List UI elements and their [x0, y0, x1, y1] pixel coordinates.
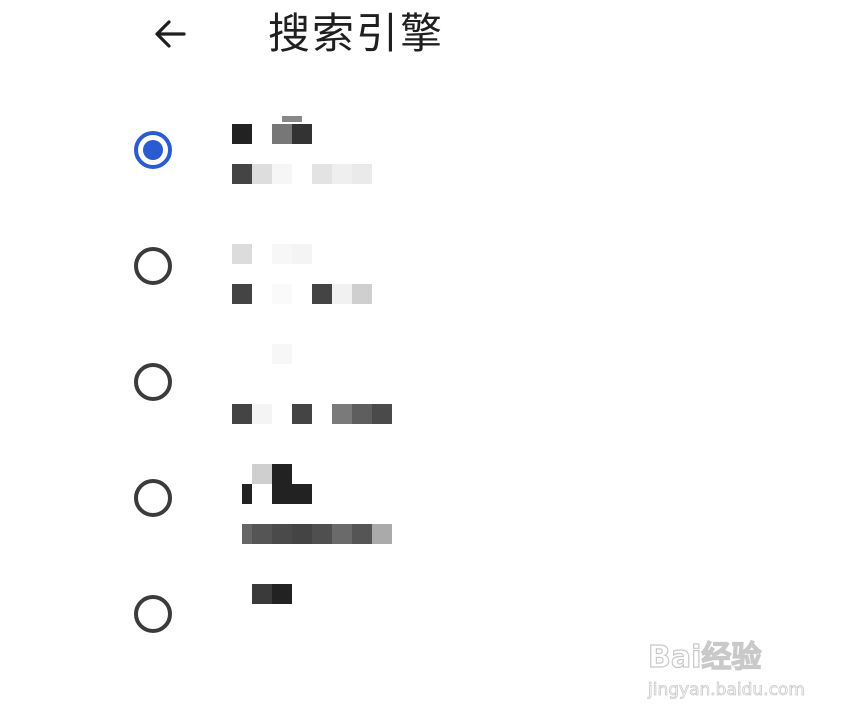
option-label-pixelated [232, 344, 432, 424]
option-label-pixelated [232, 116, 432, 202]
option-label-pixelated [232, 584, 432, 664]
radio-button[interactable] [134, 247, 172, 285]
radio-button[interactable] [134, 363, 172, 401]
radio-button[interactable] [134, 595, 172, 633]
watermark-logo: Bai经验 [647, 639, 762, 675]
option-label-pixelated [232, 244, 432, 324]
watermark-url: jingyan.baidu.com [648, 680, 806, 701]
radio-button[interactable] [134, 479, 172, 517]
search-engine-option-3[interactable] [120, 342, 540, 442]
search-engine-option-4[interactable] [120, 458, 540, 558]
search-engine-list [0, 0, 846, 726]
radio-button-selected[interactable] [134, 131, 172, 169]
search-engine-option-2[interactable] [120, 226, 540, 326]
baidu-jingyan-watermark: Bai经验 jingyan.baidu.com [647, 632, 808, 712]
search-engine-option-5[interactable] [120, 574, 540, 674]
option-label-pixelated [232, 464, 432, 544]
search-engine-option-1[interactable] [120, 110, 540, 210]
